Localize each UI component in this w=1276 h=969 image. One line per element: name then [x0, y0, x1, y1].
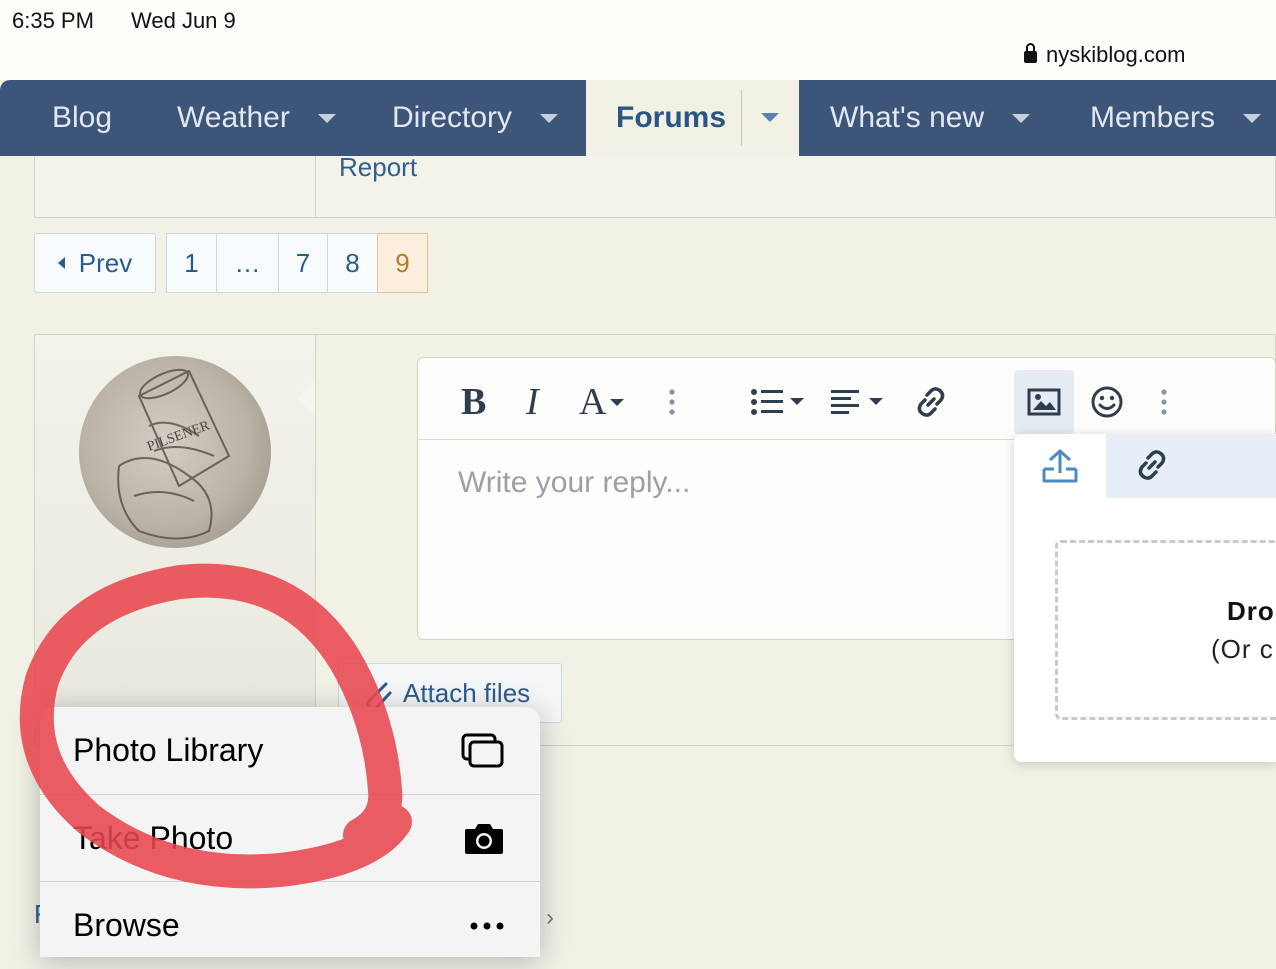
nav-members[interactable]: Members	[1090, 80, 1262, 156]
avatar[interactable]: PILSENER	[79, 356, 271, 548]
drop-zone-subtitle: (Or c	[1211, 634, 1274, 664]
smiley-icon[interactable]	[1090, 380, 1124, 424]
status-date: Wed Jun 9	[131, 8, 236, 33]
italic-icon[interactable]: I	[526, 380, 539, 424]
link-icon[interactable]	[914, 380, 948, 424]
menu-item-label: Take Photo	[73, 820, 234, 856]
pagination-prev[interactable]: Prev	[34, 233, 156, 293]
nav-directory[interactable]: Directory	[392, 80, 559, 156]
camera-icon	[465, 823, 503, 854]
menu-item-photo-library[interactable]: Photo Library	[40, 707, 540, 794]
more-vertical-icon[interactable]	[1159, 380, 1169, 424]
link-icon[interactable]	[1135, 448, 1169, 482]
nav-blog[interactable]: Blog	[52, 80, 112, 156]
post-divider	[315, 156, 316, 218]
reply-placeholder[interactable]: Write your reply...	[458, 466, 690, 500]
drop-zone-title: Dro	[1227, 596, 1275, 626]
chevron-down-icon[interactable]	[540, 113, 559, 123]
menu-item-take-photo[interactable]: Take Photo	[40, 795, 540, 882]
pagination-prev-label: Prev	[78, 247, 133, 278]
nav-divider	[741, 90, 742, 146]
chevron-down-icon[interactable]	[761, 113, 779, 122]
nav-whats-new[interactable]: What's new	[830, 80, 1031, 156]
font-size-icon[interactable]: A	[579, 380, 625, 424]
more-vertical-icon[interactable]	[667, 380, 677, 424]
attach-files-label: Attach files	[403, 677, 531, 708]
nav-blog-label: Blog	[52, 101, 113, 134]
message-arrow	[297, 380, 315, 416]
menu-item-label: Photo Library	[73, 732, 264, 768]
nav-forums-label: Forums	[616, 101, 727, 134]
photo-library-icon	[461, 733, 504, 767]
page-7[interactable]: 7	[278, 233, 328, 293]
chevron-down-icon[interactable]	[1012, 113, 1031, 123]
page-ellipsis[interactable]: …	[216, 233, 279, 293]
nav-forums[interactable]: Forums	[586, 80, 799, 156]
bold-icon[interactable]: B	[461, 380, 486, 424]
lock-icon	[1024, 43, 1037, 63]
address-bar[interactable]: nyskiblog.com	[1024, 42, 1185, 68]
previous-post	[34, 156, 1276, 218]
chevron-down-icon[interactable]	[317, 113, 336, 123]
report-link[interactable]: Report	[339, 152, 417, 183]
page-9-current[interactable]: 9	[377, 233, 428, 293]
nav-weather-label: Weather	[177, 101, 290, 134]
menu-item-browse[interactable]: Browse	[40, 882, 540, 969]
upload-icon[interactable]	[1040, 447, 1080, 485]
image-icon[interactable]	[1014, 370, 1074, 434]
ellipsis-icon	[470, 922, 504, 929]
status-time: 6:35 PM	[12, 8, 94, 33]
nav-directory-label: Directory	[392, 101, 513, 134]
nav-whats-new-label: What's new	[830, 101, 985, 134]
url-text: nyskiblog.com	[1046, 42, 1186, 67]
page-1[interactable]: 1	[166, 233, 217, 293]
nav-members-label: Members	[1090, 101, 1216, 134]
drop-zone[interactable]	[1055, 540, 1276, 720]
nav-weather[interactable]: Weather	[177, 80, 336, 156]
chevron-left-icon	[57, 257, 65, 269]
page-8[interactable]: 8	[327, 233, 378, 293]
menu-item-label: Browse	[73, 907, 180, 943]
list-icon[interactable]	[750, 380, 806, 424]
chevron-right-icon: ›	[546, 904, 554, 931]
align-icon[interactable]	[831, 380, 887, 424]
chevron-down-icon[interactable]	[1243, 113, 1262, 123]
